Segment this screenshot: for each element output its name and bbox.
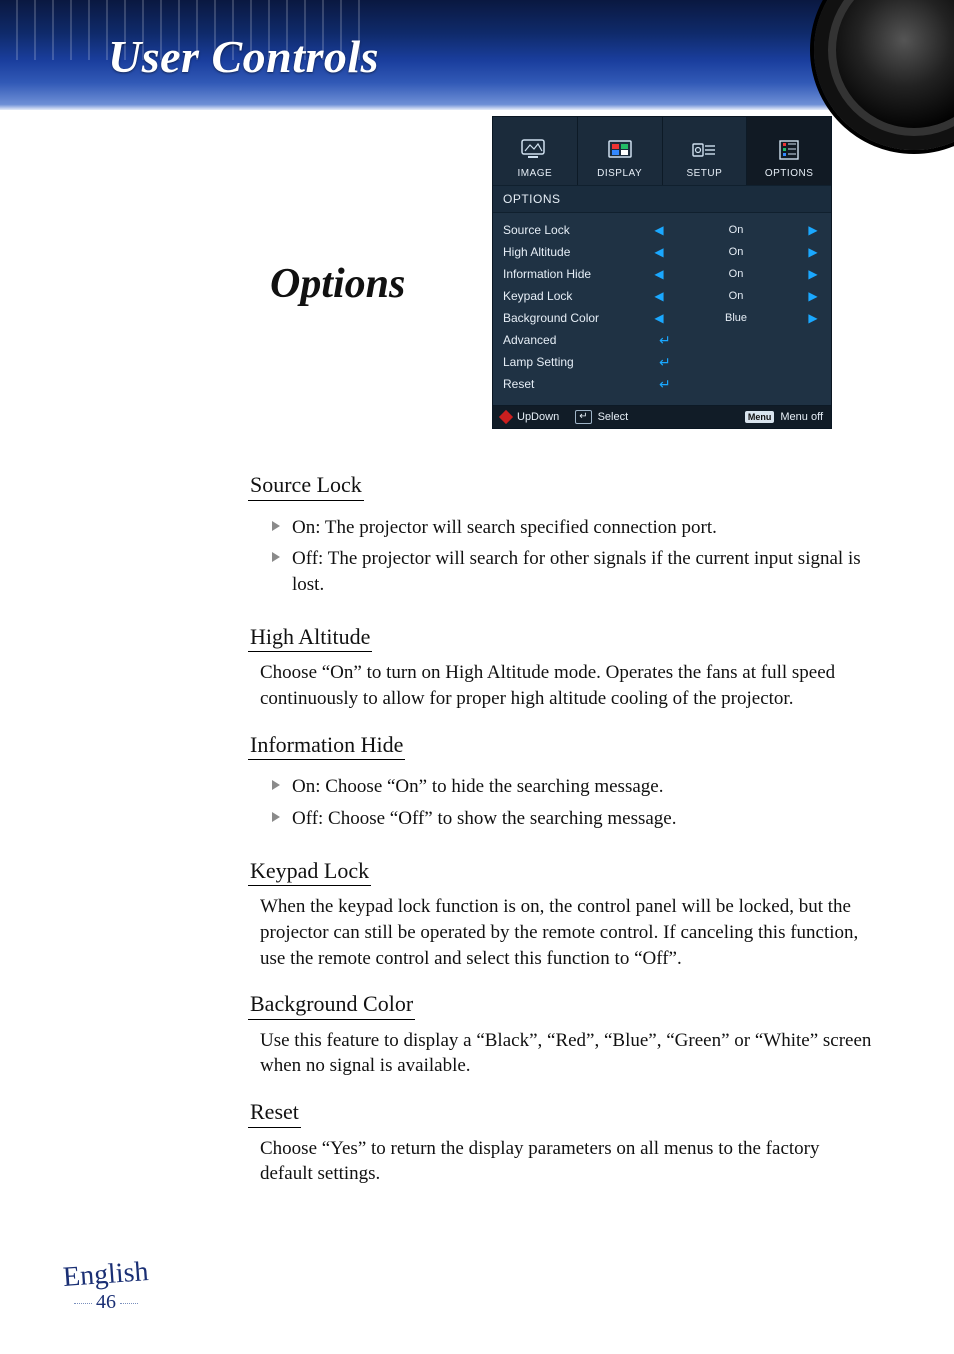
footer-page-number: 46 [46,1291,166,1314]
setup-icon [688,136,720,164]
osd-footer-updown: UpDown [517,411,559,423]
arrow-right-icon: ▶ [805,245,821,259]
options-icon [773,136,805,164]
osd-tab-setup[interactable]: SETUP [663,117,748,185]
page-footer: English 46 [46,1259,166,1314]
osd-row-label: Information Hide [503,267,651,281]
osd-tabs: IMAGE DISPLAY SETUP OPTIONS [493,117,831,185]
osd-tab-label: IMAGE [518,168,553,179]
osd-row-lamp-setting[interactable]: Lamp Setting ↵ [503,351,821,373]
list-item: Off: Choose “Off” to show the searching … [272,806,874,832]
updown-icon [499,410,513,424]
image-icon [519,136,551,164]
osd-row-label: Reset [503,377,651,391]
osd-row-value: Blue [667,312,805,324]
osd-tab-display[interactable]: DISPLAY [578,117,663,185]
osd-row-label: Keypad Lock [503,289,651,303]
heading-keypad-lock: Keypad Lock [248,856,371,887]
osd-row-keypad-lock[interactable]: Keypad Lock ◀ On ▶ [503,285,821,307]
heading-high-altitude: High Altitude [248,622,372,653]
osd-row-high-altitude[interactable]: High Altitude ◀ On ▶ [503,241,821,263]
list-item: On: The projector will search specified … [272,515,874,541]
osd-row-label: Advanced [503,333,651,347]
arrow-left-icon: ◀ [651,245,667,259]
osd-footer-select: Select [598,411,629,423]
osd-row-reset[interactable]: Reset ↵ [503,373,821,395]
paragraph: Choose “Yes” to return the display param… [260,1136,874,1187]
osd-tab-options[interactable]: OPTIONS [747,117,831,185]
osd-rows: Source Lock ◀ On ▶ High Altitude ◀ On ▶ … [493,213,831,405]
heading-reset: Reset [248,1097,301,1128]
footer-language: English [62,1256,150,1294]
osd-tab-label: OPTIONS [765,168,814,179]
osd-footer-menu-off: Menu off [780,411,823,423]
display-icon [604,136,636,164]
osd-row-value: On [667,224,805,236]
heading-background-color: Background Color [248,989,415,1020]
osd-footer: UpDown ↵ Select Menu Menu off [493,405,831,428]
osd-row-value: On [667,290,805,302]
osd-menu: IMAGE DISPLAY SETUP OPTIONS OPT [492,116,832,429]
osd-row-value: On [667,246,805,258]
section-title: Options [270,260,405,308]
paragraph: Choose “On” to turn on High Altitude mod… [260,660,874,711]
arrow-right-icon: ▶ [805,223,821,237]
heading-source-lock: Source Lock [248,470,364,501]
lens-graphic [814,0,954,150]
arrow-right-icon: ▶ [805,289,821,303]
page-title: User Controls [108,30,379,83]
enter-icon: ↵ [651,332,671,349]
osd-row-advanced[interactable]: Advanced ↵ [503,329,821,351]
osd-tab-label: SETUP [686,168,722,179]
osd-row-source-lock[interactable]: Source Lock ◀ On ▶ [503,219,821,241]
list-item: Off: The projector will search for other… [272,546,874,597]
arrow-left-icon: ◀ [651,289,667,303]
osd-row-label: High Altitude [503,245,651,259]
enter-icon: ↵ [651,354,671,371]
arrow-left-icon: ◀ [651,223,667,237]
paragraph: Use this feature to display a “Black”, “… [260,1028,874,1079]
osd-row-label: Background Color [503,311,651,325]
header-band: User Controls [0,0,954,110]
heading-information-hide: Information Hide [248,730,405,761]
menu-key-icon: Menu [745,411,775,423]
osd-row-information-hide[interactable]: Information Hide ◀ On ▶ [503,263,821,285]
enter-key-icon: ↵ [575,410,591,424]
body-content: Source Lock On: The projector will searc… [254,452,874,1187]
osd-row-label: Lamp Setting [503,355,651,369]
paragraph: When the keypad lock function is on, the… [260,894,874,971]
osd-tab-label: DISPLAY [597,168,642,179]
osd-row-value: On [667,268,805,280]
osd-subhead: OPTIONS [493,185,831,213]
arrow-left-icon: ◀ [651,267,667,281]
osd-row-label: Source Lock [503,223,651,237]
arrow-left-icon: ◀ [651,311,667,325]
list-item: On: Choose “On” to hide the searching me… [272,774,874,800]
osd-row-background-color[interactable]: Background Color ◀ Blue ▶ [503,307,821,329]
osd-tab-image[interactable]: IMAGE [493,117,578,185]
arrow-right-icon: ▶ [805,267,821,281]
enter-icon: ↵ [651,376,671,393]
arrow-right-icon: ▶ [805,311,821,325]
